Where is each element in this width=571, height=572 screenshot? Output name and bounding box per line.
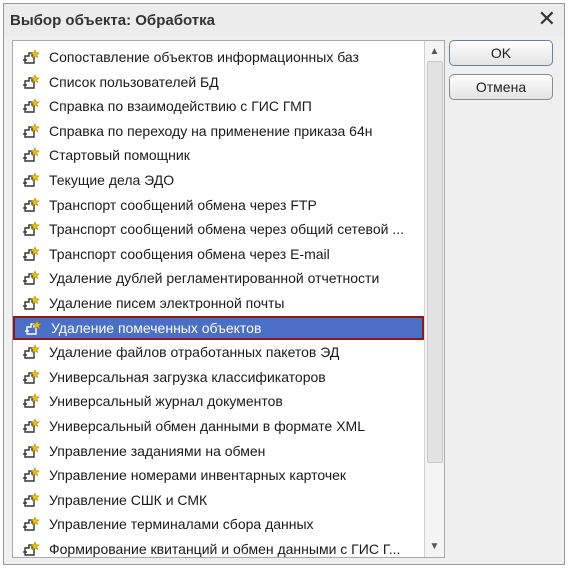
list-item-label: Сопоставление объектов информационных ба… <box>49 49 359 65</box>
processing-icon <box>21 368 43 386</box>
list-item-label: Справка по взаимодействию с ГИС ГМП <box>49 98 312 115</box>
list-item[interactable]: Удаление помеченных объектов <box>13 315 424 340</box>
list-item[interactable]: Транспорт сообщений обмена через FTP <box>13 193 424 217</box>
list-item[interactable]: Универсальный журнал документов <box>13 389 424 413</box>
list-item-label: Удаление помеченных объектов <box>51 319 262 336</box>
processing-icon <box>21 466 43 484</box>
list-item-label: Транспорт сообщения обмена через E-mail <box>49 245 330 262</box>
list-item[interactable]: Справка по переходу на применение приказ… <box>13 119 424 143</box>
processing-icon <box>21 73 43 91</box>
list-item-label: Удаление файлов отработанных пакетов ЭД <box>49 344 340 361</box>
list-item[interactable]: Формирование квитанций и обмен данными с… <box>13 537 424 557</box>
list-item-label: Управление терминалами сбора данных <box>49 516 314 533</box>
list-item[interactable]: Управление терминалами сбора данных <box>13 512 424 536</box>
list-item[interactable]: Стартовый помощник <box>13 143 424 167</box>
list-item-label: Удаление дублей регламентированной отчет… <box>49 270 380 287</box>
list-item[interactable]: Удаление писем электронной почты <box>13 291 424 315</box>
object-list[interactable]: ▲ ▼ Сопоставление объектов информационны… <box>12 40 445 558</box>
list-item-label: Формирование квитанций и обмен данными с… <box>49 541 401 557</box>
list-item[interactable]: Удаление файлов отработанных пакетов ЭД <box>13 340 424 364</box>
list-item-label: Транспорт сообщений обмена через общий с… <box>49 221 405 238</box>
list-item[interactable]: Универсальный обмен данными в формате XM… <box>13 414 424 438</box>
processing-icon <box>23 319 45 337</box>
list-item-label: Универсальный журнал документов <box>49 393 283 410</box>
list-item-label: Управление номерами инвентарных карточек <box>49 467 347 484</box>
ok-button[interactable]: OK <box>449 40 553 66</box>
processing-icon <box>21 392 43 410</box>
scroll-down-button[interactable]: ▼ <box>426 537 443 556</box>
list-item[interactable]: Удаление дублей регламентированной отчет… <box>13 266 424 290</box>
processing-icon <box>21 97 43 115</box>
processing-icon <box>21 269 43 287</box>
processing-icon <box>21 343 43 361</box>
processing-icon <box>21 48 43 66</box>
vertical-scrollbar[interactable]: ▲ ▼ <box>424 41 444 557</box>
list-item[interactable]: Универсальная загрузка классификаторов <box>13 365 424 389</box>
processing-icon <box>21 122 43 140</box>
processing-icon <box>21 491 43 509</box>
list-item[interactable]: Список пользователей БД <box>13 70 424 94</box>
processing-icon <box>21 220 43 238</box>
list-item-label: Список пользователей БД <box>49 73 219 90</box>
list-item-label: Текущие дела ЭДО <box>49 172 175 188</box>
processing-icon <box>21 171 43 189</box>
list-item-label: Управление заданиями на обмен <box>49 442 266 459</box>
list-item-label: Управление СШК и СМК <box>49 491 208 508</box>
list-item-label: Справка по переходу на применение приказ… <box>49 122 373 139</box>
list-item-label: Универсальный обмен данными в формате XM… <box>49 418 366 434</box>
cancel-button[interactable]: Отмена <box>449 74 553 100</box>
titlebar: Выбор объекта: Обработка ✕ <box>4 4 564 36</box>
list-item[interactable]: Транспорт сообщения обмена через E-mail <box>13 242 424 266</box>
list-item[interactable]: Текущие дела ЭДО <box>13 168 424 192</box>
processing-icon <box>21 196 43 214</box>
list-item[interactable]: Справка по взаимодействию с ГИС ГМП <box>13 94 424 118</box>
scroll-thumb[interactable] <box>427 61 443 463</box>
processing-icon <box>21 294 43 312</box>
processing-icon <box>21 245 43 263</box>
processing-icon <box>21 540 43 557</box>
dialog-title: Выбор объекта: Обработка <box>10 12 215 29</box>
processing-icon <box>21 146 43 164</box>
list-item[interactable]: Управление заданиями на обмен <box>13 439 424 463</box>
list-item-label: Транспорт сообщений обмена через FTP <box>49 196 317 213</box>
list-item[interactable]: Сопоставление объектов информационных ба… <box>13 45 424 69</box>
list-item[interactable]: Управление номерами инвентарных карточек <box>13 463 424 487</box>
close-icon[interactable]: ✕ <box>538 6 556 32</box>
list-item[interactable]: Транспорт сообщений обмена через общий с… <box>13 217 424 241</box>
processing-icon <box>21 515 43 533</box>
processing-icon <box>21 417 43 435</box>
select-object-dialog: Выбор объекта: Обработка ✕ ▲ ▼ Сопоставл… <box>3 3 565 565</box>
processing-icon <box>21 442 43 460</box>
list-item[interactable]: Управление СШК и СМК <box>13 488 424 512</box>
list-item-label: Универсальная загрузка классификаторов <box>49 368 326 385</box>
list-item-label: Удаление писем электронной почты <box>49 295 285 311</box>
list-item-label: Стартовый помощник <box>49 147 190 164</box>
scroll-up-button[interactable]: ▲ <box>426 42 443 61</box>
